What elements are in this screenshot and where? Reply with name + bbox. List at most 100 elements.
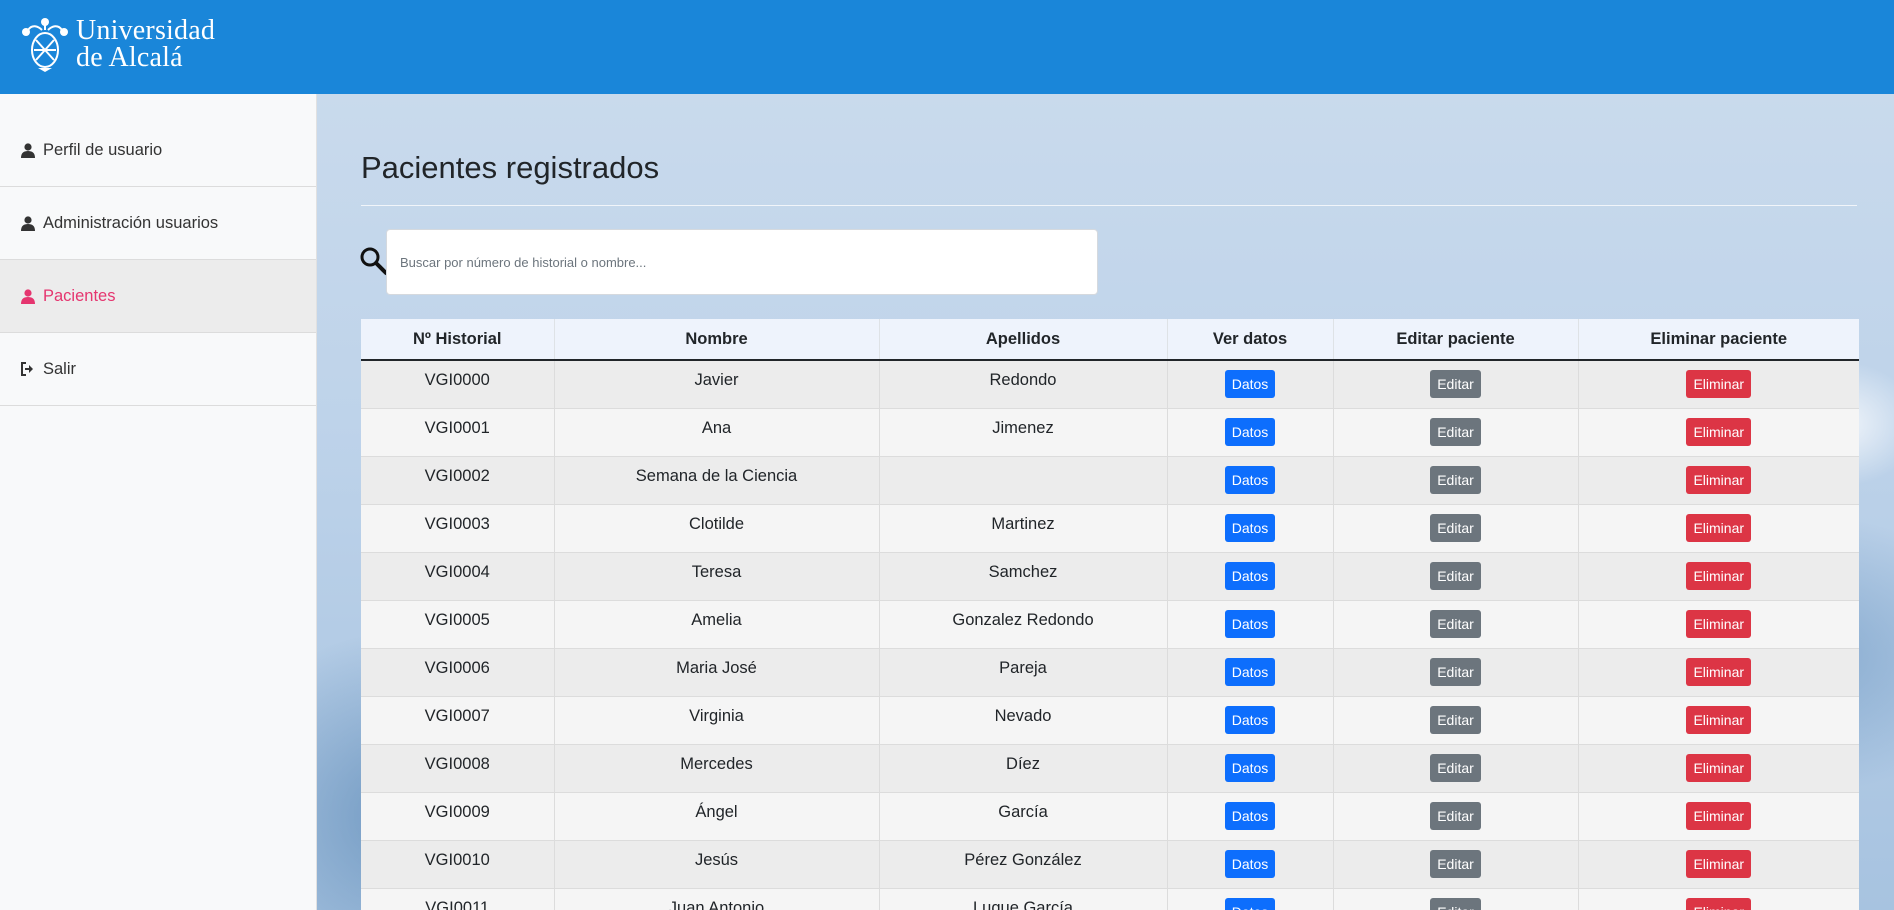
editar-button[interactable]: Editar bbox=[1430, 418, 1481, 446]
cell-editar: Editar bbox=[1332, 455, 1578, 504]
cell-text: VGI0010 bbox=[424, 850, 490, 869]
cell-text: Javier bbox=[694, 370, 739, 389]
cell-eliminar: Eliminar bbox=[1577, 743, 1859, 792]
cell-text: Gonzalez Redondo bbox=[952, 610, 1094, 629]
editar-button[interactable]: Editar bbox=[1430, 562, 1481, 590]
datos-button[interactable]: Datos bbox=[1224, 562, 1276, 590]
datos-button[interactable]: Datos bbox=[1224, 466, 1276, 494]
cell-historial: VGI0011 bbox=[361, 887, 554, 910]
sidebar-item-perfil-usuario[interactable]: Perfil de usuario bbox=[0, 114, 316, 187]
table-row: VGI0001 Ana Jimenez Datos Editar Elimina… bbox=[361, 407, 1859, 456]
eliminar-button[interactable]: Eliminar bbox=[1686, 466, 1752, 494]
table-row: VGI0006 Maria José Pareja Datos Editar E… bbox=[361, 647, 1859, 696]
datos-button[interactable]: Datos bbox=[1224, 898, 1276, 910]
cell-text: Pérez González bbox=[964, 850, 1082, 869]
sidebar-item-salir[interactable]: Salir bbox=[0, 333, 316, 406]
cell-text: VGI0001 bbox=[424, 418, 490, 437]
editar-button[interactable]: Editar bbox=[1430, 898, 1481, 910]
cell-text: Redondo bbox=[989, 370, 1057, 389]
datos-button[interactable]: Datos bbox=[1224, 754, 1276, 782]
sidebar: Perfil de usuario Administración usuario… bbox=[0, 94, 317, 910]
user-icon bbox=[20, 142, 35, 158]
editar-button[interactable]: Editar bbox=[1430, 850, 1481, 878]
cell-text: VGI0002 bbox=[424, 466, 490, 485]
datos-button[interactable]: Datos bbox=[1224, 418, 1276, 446]
cell-historial: VGI0001 bbox=[361, 407, 554, 456]
cell-apellidos: Pérez González bbox=[878, 839, 1167, 888]
cell-historial: VGI0004 bbox=[361, 551, 554, 600]
eliminar-button[interactable]: Eliminar bbox=[1686, 418, 1752, 446]
cell-text: Díez bbox=[1006, 754, 1040, 773]
search-input[interactable] bbox=[386, 229, 1098, 295]
datos-button[interactable]: Datos bbox=[1224, 850, 1276, 878]
search-icon bbox=[360, 247, 388, 275]
eliminar-button[interactable]: Eliminar bbox=[1686, 370, 1752, 399]
editar-button[interactable]: Editar bbox=[1430, 514, 1481, 542]
table-row: VGI0002 Semana de la Ciencia Datos Edita… bbox=[361, 455, 1859, 504]
university-name-line2: de Alcalá bbox=[76, 42, 183, 73]
cell-historial: VGI0010 bbox=[361, 839, 554, 888]
eliminar-button[interactable]: Eliminar bbox=[1686, 610, 1752, 638]
cell-text: VGI0005 bbox=[424, 610, 490, 629]
cell-text: Pareja bbox=[999, 658, 1047, 677]
cell-nombre: Virginia bbox=[553, 695, 879, 744]
header-historial: Nº Historial bbox=[361, 319, 554, 361]
eliminar-button[interactable]: Eliminar bbox=[1686, 514, 1752, 542]
editar-button[interactable]: Editar bbox=[1430, 370, 1481, 399]
table-row: VGI0004 Teresa Samchez Datos Editar Elim… bbox=[361, 551, 1859, 600]
table-row: VGI0000 Javier Redondo Datos Editar Elim… bbox=[361, 359, 1859, 408]
editar-button[interactable]: Editar bbox=[1430, 658, 1481, 686]
cell-ver-datos: Datos bbox=[1166, 791, 1333, 840]
eliminar-button[interactable]: Eliminar bbox=[1686, 802, 1752, 830]
patients-table: Nº Historial Nombre Apellidos Ver datos … bbox=[361, 319, 1859, 910]
user-icon bbox=[20, 215, 35, 231]
eliminar-button[interactable]: Eliminar bbox=[1686, 754, 1752, 782]
table-row: VGI0005 Amelia Gonzalez Redondo Datos Ed… bbox=[361, 599, 1859, 648]
eliminar-button[interactable]: Eliminar bbox=[1686, 850, 1752, 878]
editar-button[interactable]: Editar bbox=[1430, 754, 1481, 782]
cell-text: VGI0009 bbox=[424, 802, 490, 821]
editar-button[interactable]: Editar bbox=[1430, 706, 1481, 734]
main-content: Pacientes registrados Nº Historial Nombr… bbox=[317, 94, 1894, 910]
cell-ver-datos: Datos bbox=[1166, 887, 1333, 910]
datos-button[interactable]: Datos bbox=[1224, 370, 1276, 399]
cell-nombre: Semana de la Ciencia bbox=[553, 455, 879, 504]
datos-button[interactable]: Datos bbox=[1224, 802, 1276, 830]
eliminar-button[interactable]: Eliminar bbox=[1686, 562, 1752, 590]
header-editar-paciente: Editar paciente bbox=[1332, 319, 1578, 361]
user-icon bbox=[20, 288, 35, 304]
cell-editar: Editar bbox=[1332, 647, 1578, 696]
eliminar-button[interactable]: Eliminar bbox=[1686, 658, 1752, 686]
cell-editar: Editar bbox=[1332, 791, 1578, 840]
cell-eliminar: Eliminar bbox=[1577, 791, 1859, 840]
cell-ver-datos: Datos bbox=[1166, 695, 1333, 744]
cell-text: Teresa bbox=[691, 562, 742, 581]
datos-button[interactable]: Datos bbox=[1224, 514, 1276, 542]
editar-button[interactable]: Editar bbox=[1430, 610, 1481, 638]
cell-ver-datos: Datos bbox=[1166, 599, 1333, 648]
editar-button[interactable]: Editar bbox=[1430, 466, 1481, 494]
header-ver-datos: Ver datos bbox=[1166, 319, 1333, 361]
cell-text: VGI0006 bbox=[424, 658, 490, 677]
sidebar-item-pacientes[interactable]: Pacientes bbox=[0, 260, 316, 333]
eliminar-button[interactable]: Eliminar bbox=[1686, 898, 1752, 910]
editar-button[interactable]: Editar bbox=[1430, 802, 1481, 830]
datos-button[interactable]: Datos bbox=[1224, 658, 1276, 686]
cell-nombre: Maria José bbox=[553, 647, 879, 696]
header-apellidos: Apellidos bbox=[878, 319, 1167, 361]
cell-text: Maria José bbox=[676, 658, 757, 677]
cell-text: Jimenez bbox=[992, 418, 1054, 437]
cell-nombre: Ángel bbox=[553, 791, 879, 840]
cell-ver-datos: Datos bbox=[1166, 407, 1333, 456]
cell-text: VGI0004 bbox=[424, 562, 490, 581]
eliminar-button[interactable]: Eliminar bbox=[1686, 706, 1752, 734]
cell-text: Martinez bbox=[991, 514, 1055, 533]
datos-button[interactable]: Datos bbox=[1224, 706, 1276, 734]
cell-eliminar: Eliminar bbox=[1577, 647, 1859, 696]
cell-text: VGI0008 bbox=[424, 754, 490, 773]
datos-button[interactable]: Datos bbox=[1224, 610, 1276, 638]
sidebar-item-administracion-usuarios[interactable]: Administración usuarios bbox=[0, 187, 316, 260]
cell-apellidos: Samchez bbox=[878, 551, 1167, 600]
cell-nombre: Teresa bbox=[553, 551, 879, 600]
university-logo[interactable]: Universidad de Alcalá bbox=[20, 16, 215, 72]
